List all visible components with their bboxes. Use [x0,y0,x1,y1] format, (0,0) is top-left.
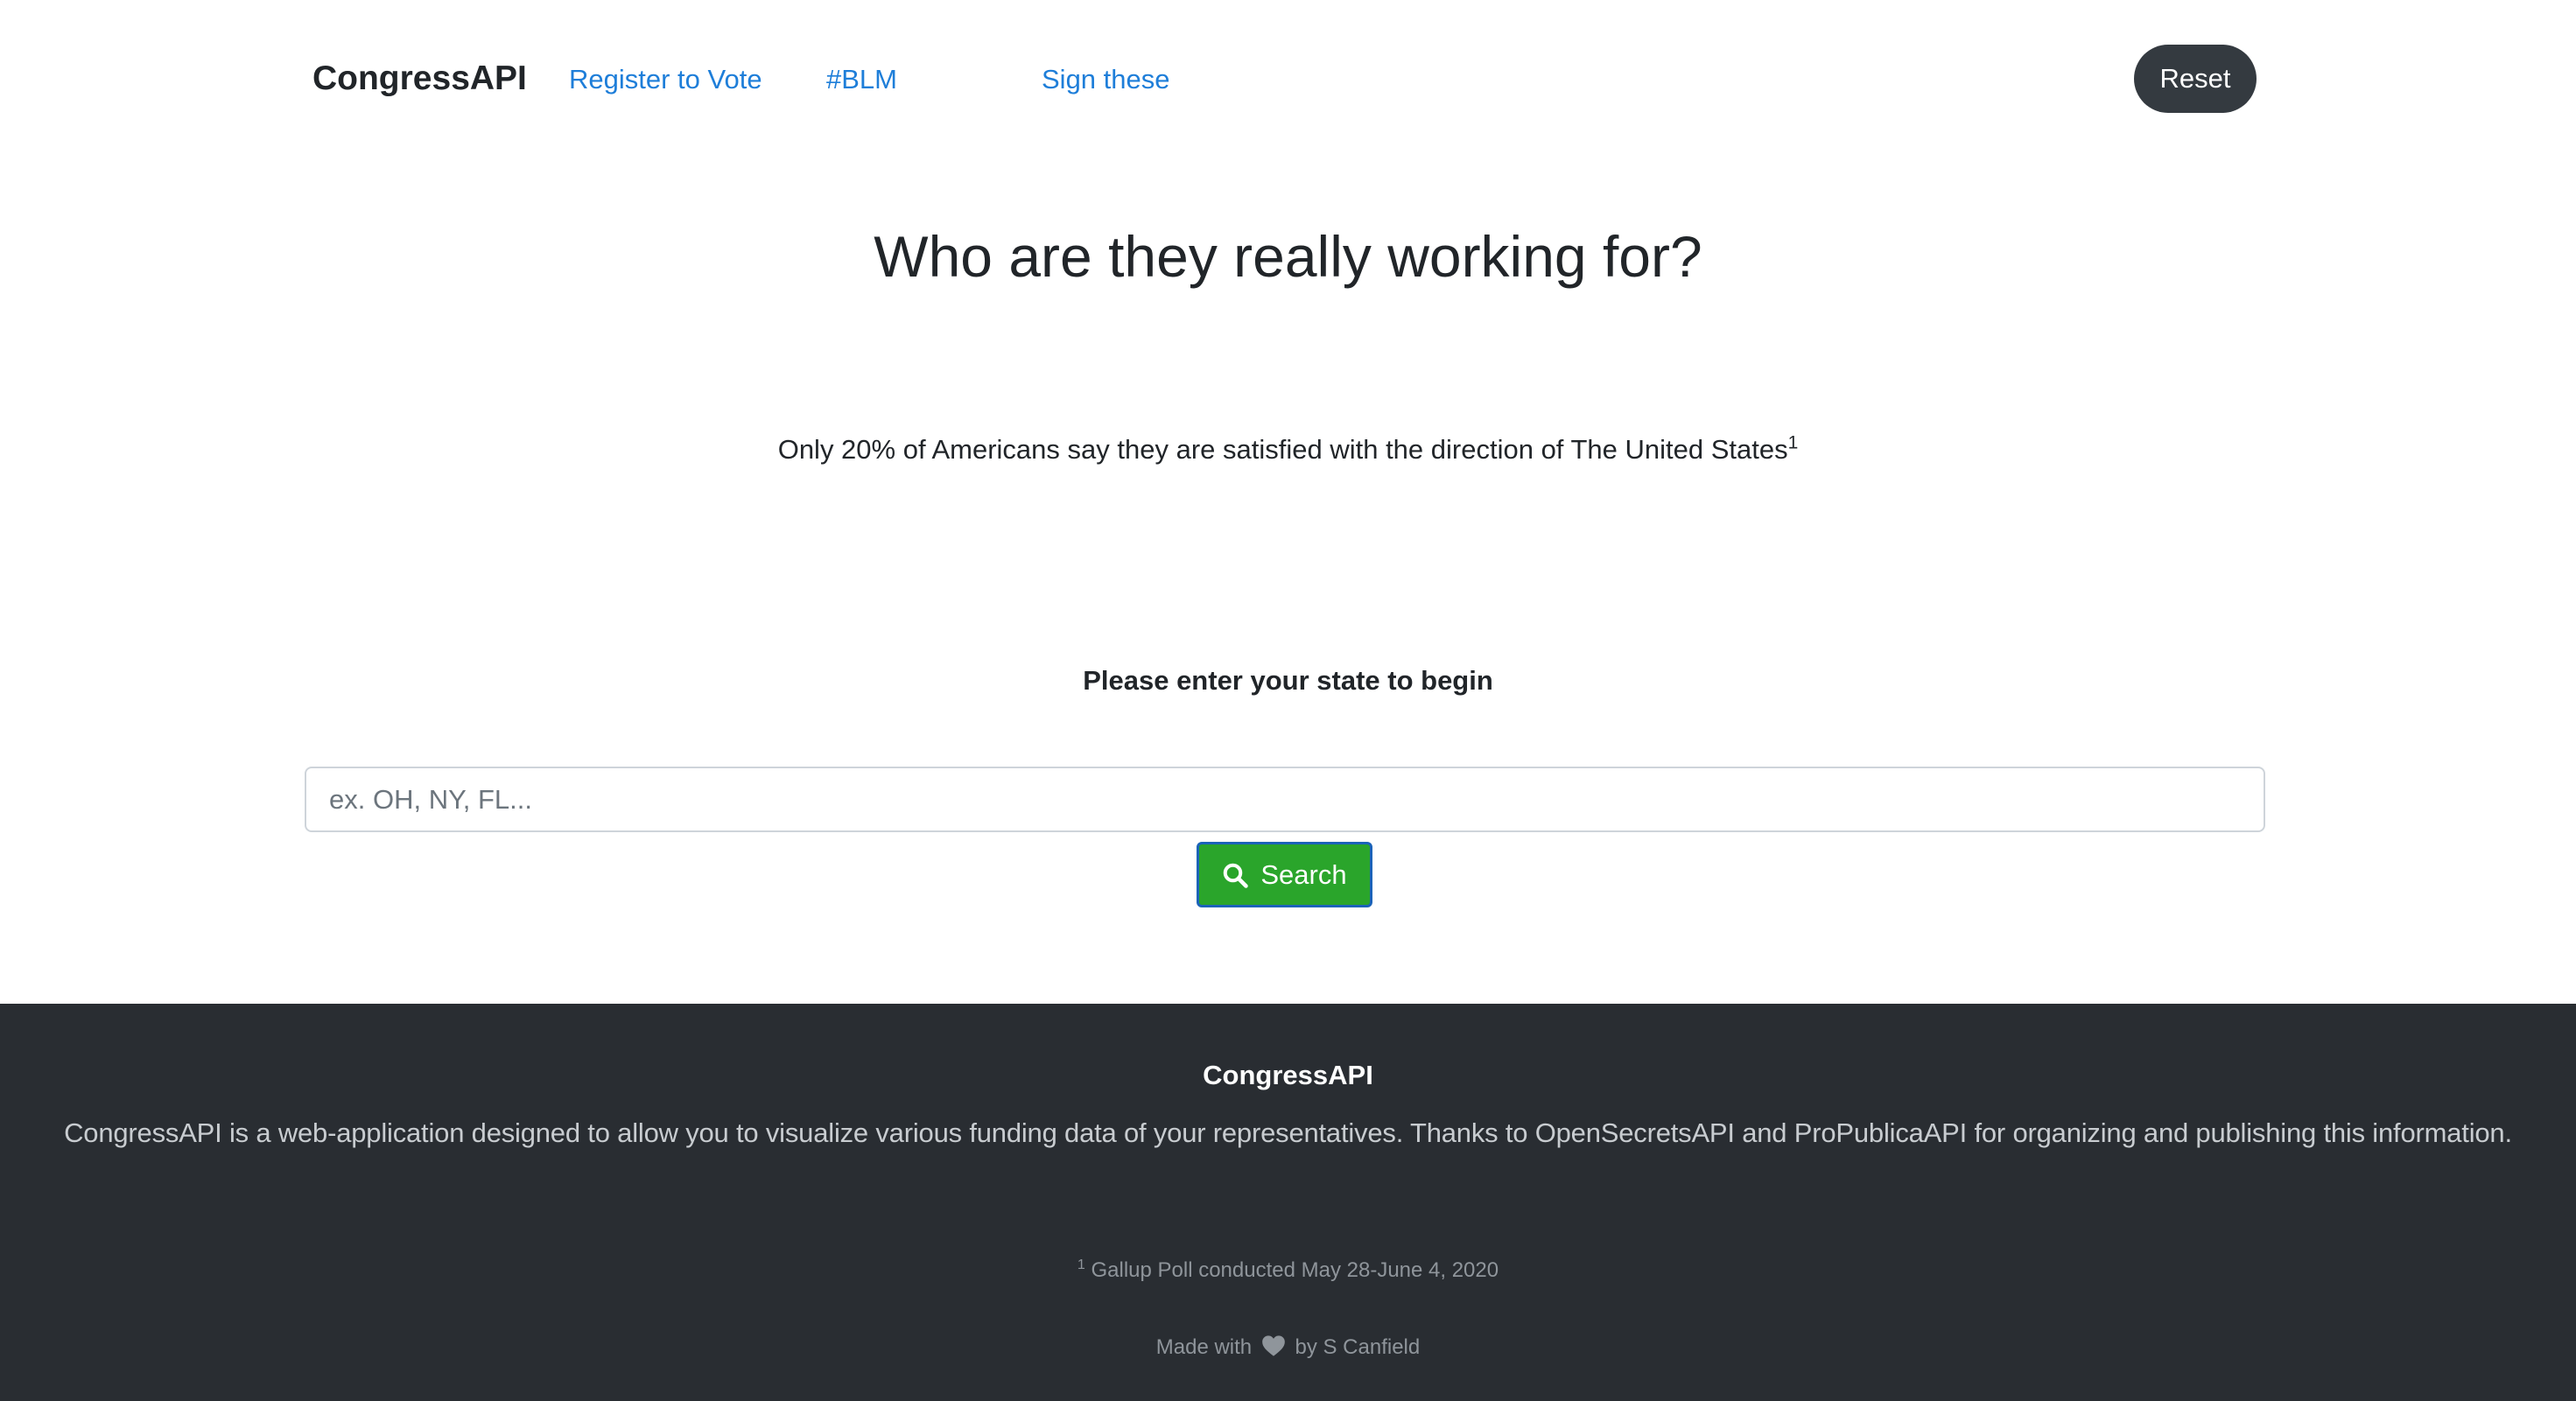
footnote: 1 Gallup Poll conducted May 28-June 4, 2… [0,1256,2576,1285]
search-icon [1224,863,1249,888]
state-search-input[interactable] [305,767,2265,832]
made-with-suffix: by S Canfield [1295,1335,1421,1359]
navbar: CongressAPI Register to Vote #BLM Sign t… [0,0,2576,158]
search-button[interactable]: Search [1197,842,1372,907]
made-with-credit: Made with by S Canfield [0,1333,2576,1362]
footer-description: CongressAPI is a web-application designe… [64,1117,2512,1148]
statistic-text: Only 20% of Americans say they are satis… [777,434,1788,465]
footer-title: CongressAPI [1203,1060,1373,1090]
footer: CongressAPI CongressAPI is a web-applica… [0,1004,2576,1401]
footnote-number: 1 [1077,1257,1085,1272]
search-button-label: Search [1260,858,1347,890]
footnote-marker: 1 [1787,432,1799,453]
made-with-prefix: Made with [1155,1335,1253,1359]
page-title: Who are they really working for? [874,224,1702,289]
footnote-text: Gallup Poll conducted May 28-June 4, 202… [1091,1258,1499,1282]
nav-link-sign-these[interactable]: Sign these [1042,61,1170,98]
search-prompt: Please enter your state to begin [1083,665,1493,696]
nav-link-register-to-vote[interactable]: Register to Vote [569,61,762,98]
nav-link-blm[interactable]: #BLM [826,61,897,98]
heart-icon [1261,1335,1285,1356]
brand-logo[interactable]: CongressAPI [312,58,527,100]
satisfaction-statistic: Only 20% of Americans say they are satis… [0,431,2576,469]
reset-button[interactable]: Reset [2134,45,2257,113]
